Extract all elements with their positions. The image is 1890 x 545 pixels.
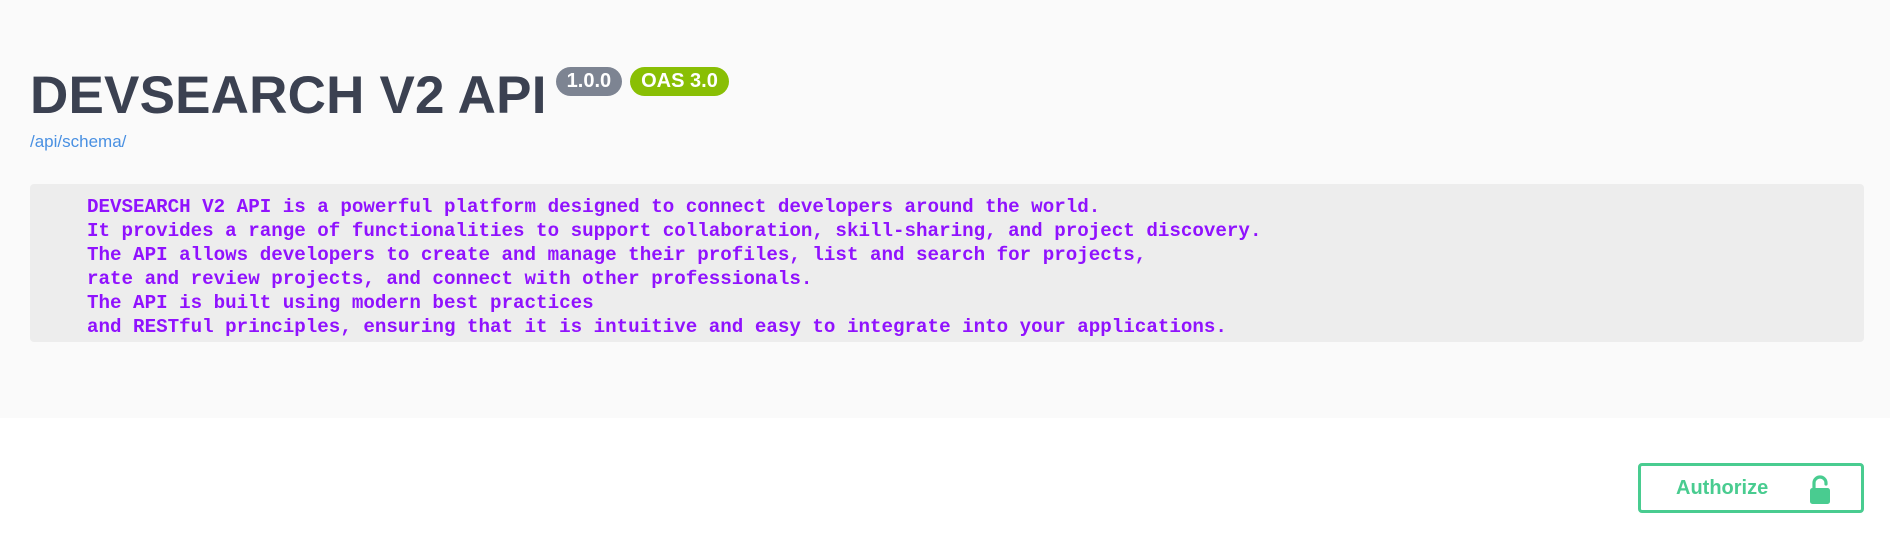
description-line: The API is built using modern best pract… <box>87 292 594 314</box>
version-badge: 1.0.0 <box>555 67 623 96</box>
api-title: DEVSEARCH V2 API <box>30 66 547 125</box>
authorize-button[interactable]: Authorize <box>1638 463 1864 513</box>
api-info-section: DEVSEARCH V2 API 1.0.0 OAS 3.0 /api/sche… <box>0 0 1890 418</box>
description-line: rate and review projects, and connect wi… <box>87 268 813 290</box>
schema-url-link[interactable]: /api/schema/ <box>30 131 126 153</box>
title-row: DEVSEARCH V2 API 1.0.0 OAS 3.0 <box>30 66 729 126</box>
description-line: DEVSEARCH V2 API is a powerful platform … <box>87 196 1101 218</box>
unlocked-padlock-icon <box>1807 475 1833 505</box>
authorize-button-label: Authorize <box>1676 476 1769 499</box>
description-line: It provides a range of functionalities t… <box>87 220 1262 242</box>
api-description-block: DEVSEARCH V2 API is a powerful platform … <box>30 184 1864 342</box>
description-line: The API allows developers to create and … <box>87 244 1147 266</box>
oas-version-badge: OAS 3.0 <box>630 67 729 96</box>
description-line: and RESTful principles, ensuring that it… <box>87 316 1227 338</box>
